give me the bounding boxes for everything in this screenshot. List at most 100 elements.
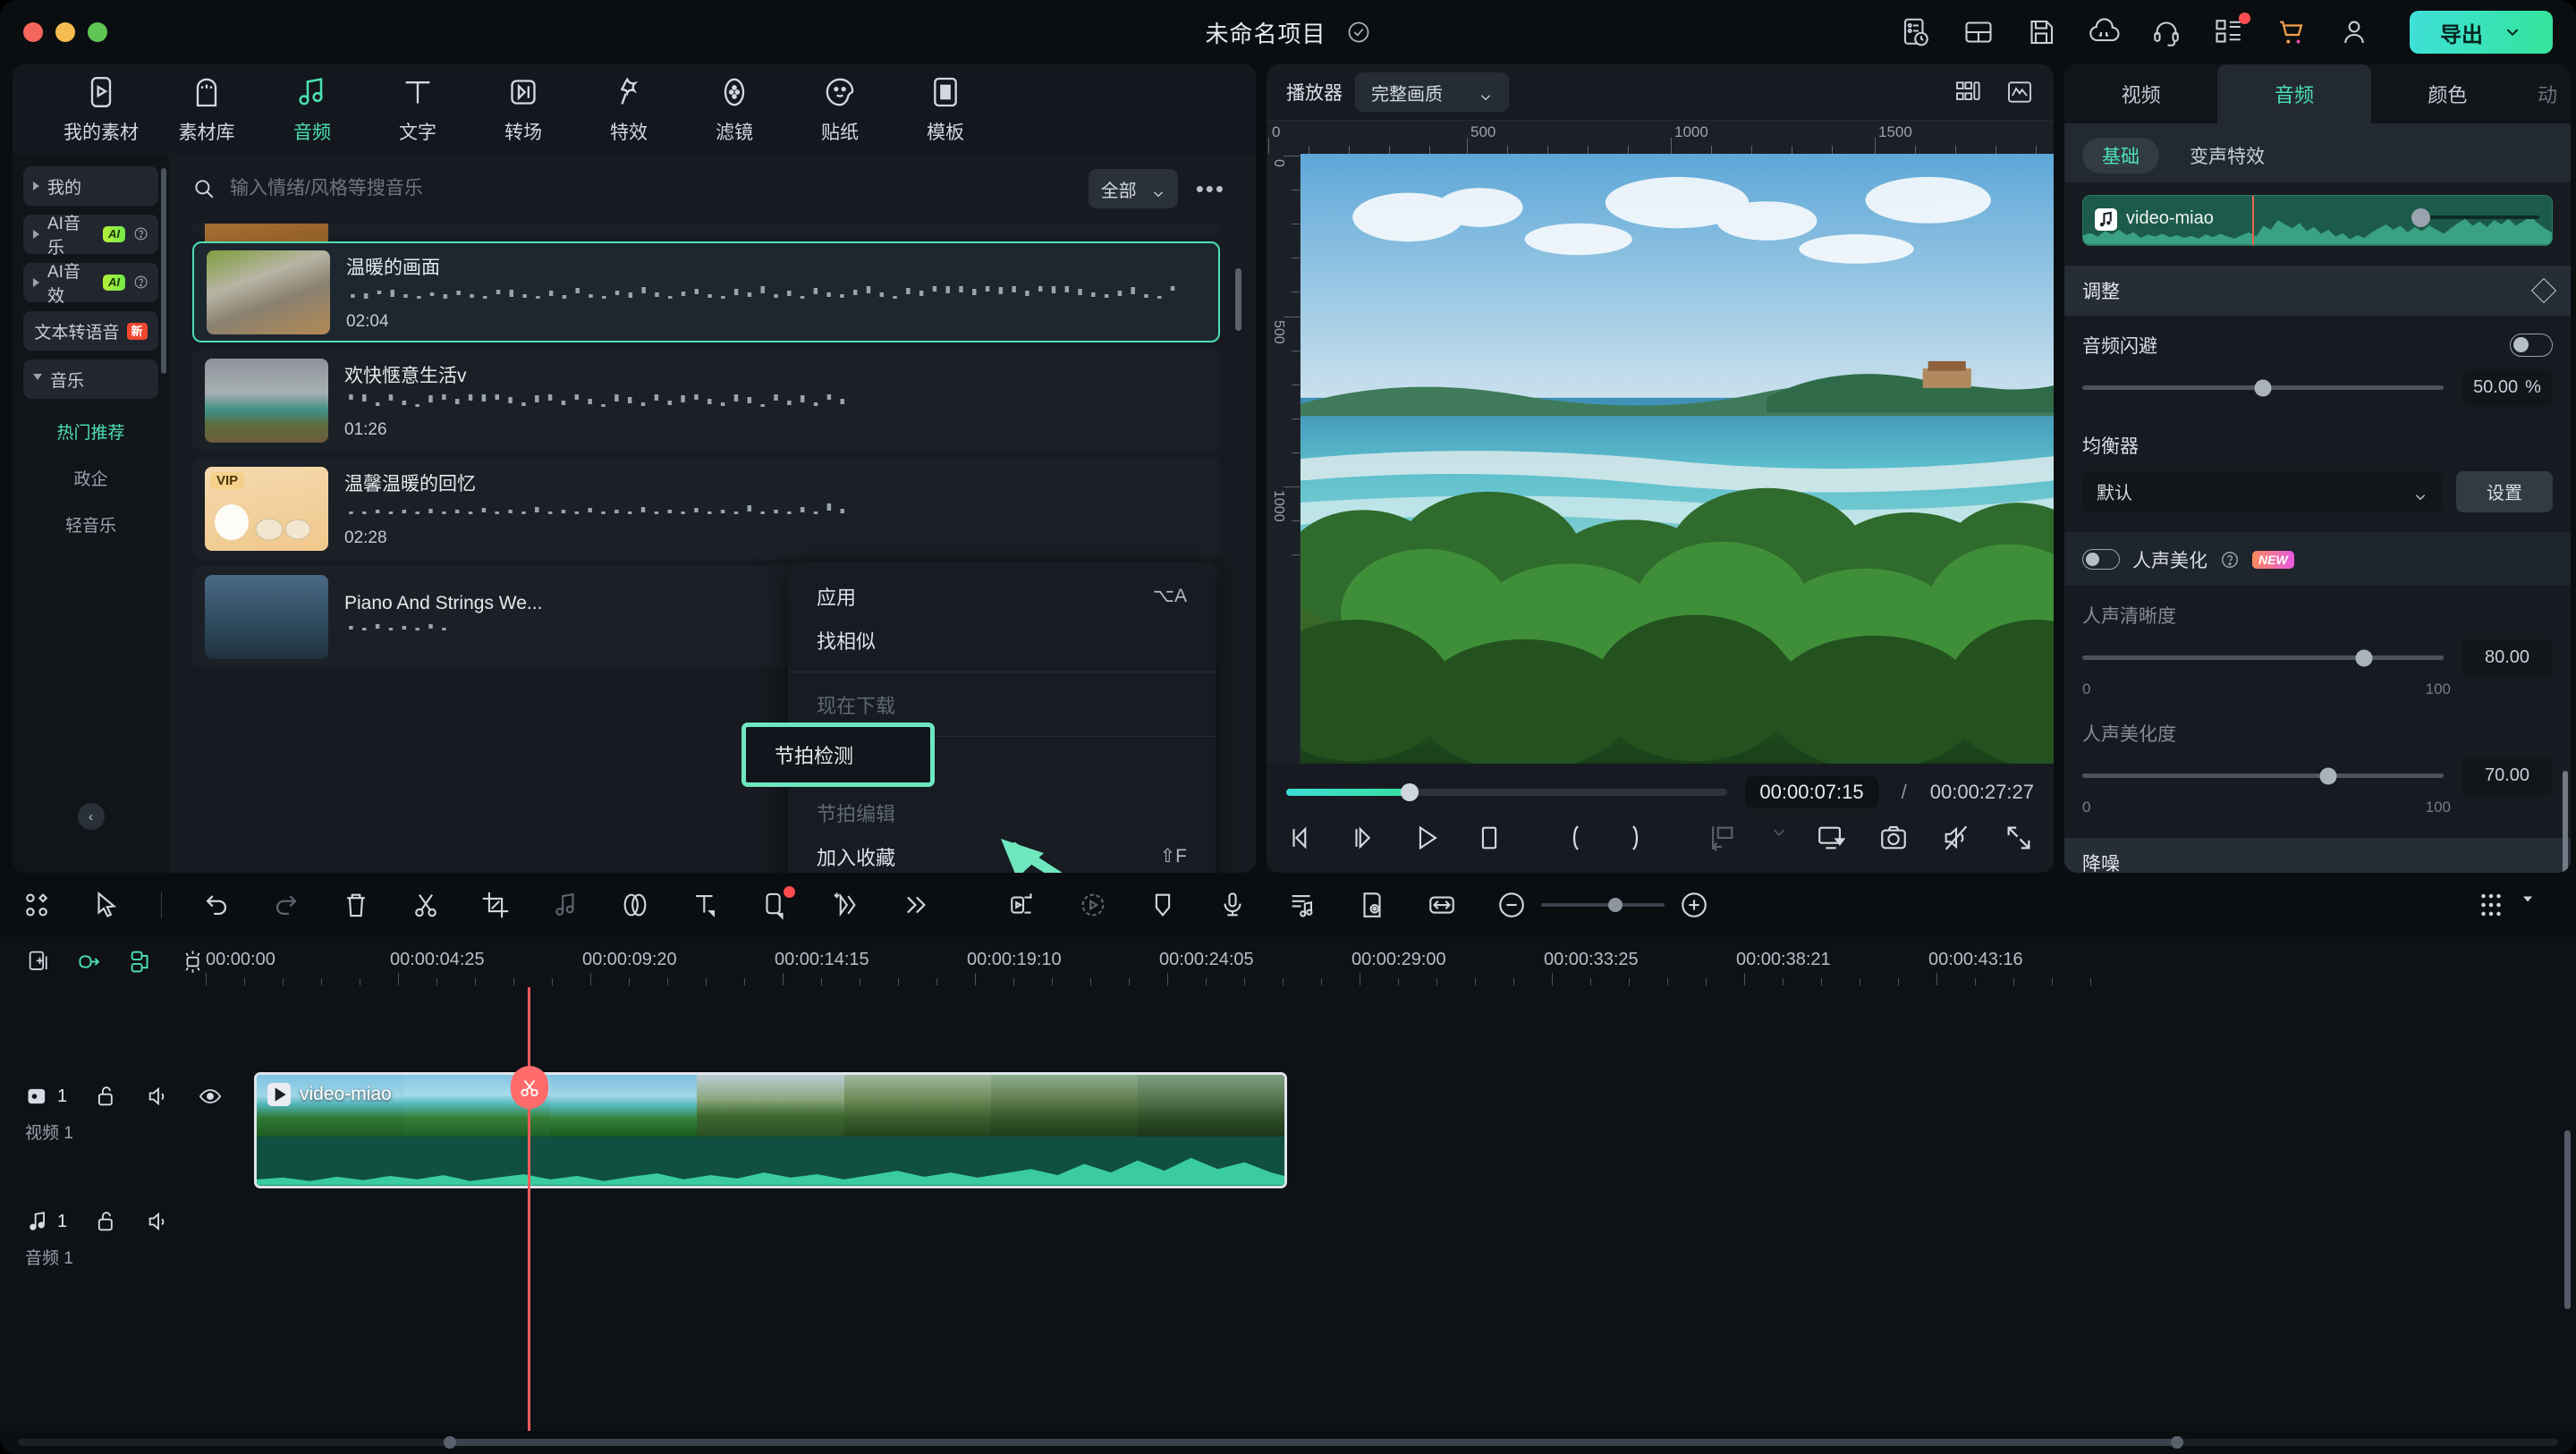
audio-clip-card[interactable]: video-miao [2082,195,2553,246]
sidebar-item-ai-music[interactable]: AI音乐 AI [23,215,158,258]
voice-enhance-toggle[interactable] [2082,549,2120,571]
segment-voice-effects[interactable]: 变声特效 [2170,138,2284,173]
volume-icon[interactable] [146,1084,171,1109]
video-preview[interactable] [1301,154,2054,764]
tab-template[interactable]: 模板 [893,70,998,148]
close-window-button[interactable] [23,22,43,42]
volume-icon[interactable] [146,1209,171,1234]
zoom-slider[interactable] [1541,898,1665,912]
project-media-icon[interactable] [21,890,52,920]
mark-out-icon[interactable] [1622,823,1652,853]
timeline-clip-video[interactable]: video-miao [254,1072,1287,1188]
current-timecode[interactable]: 00:00:07:15 [1745,776,1878,808]
chevron-down-icon[interactable] [2503,22,2522,42]
undo-icon[interactable] [201,890,232,920]
clip-adjust-icon[interactable] [759,886,795,920]
grid-view-icon[interactable] [2476,890,2506,920]
sidebar-subitem-light-music[interactable]: 轻音乐 [13,501,169,547]
layout-icon[interactable] [1962,16,1995,48]
more-icon[interactable] [899,890,929,920]
collapse-sidebar-button[interactable]: ‹ [77,803,105,830]
waveform-scope-icon[interactable] [2005,78,2034,106]
stop-icon[interactable] [1474,823,1504,853]
sidebar-item-music[interactable]: 音乐 [23,359,158,399]
record-voice-icon[interactable] [1217,890,1248,920]
mark-in-icon[interactable] [1559,823,1589,853]
menu-item-add-favorite[interactable]: 加入收藏 ⇧F [788,834,1216,873]
fit-to-window-icon[interactable] [1427,890,1457,920]
tab-transition[interactable]: 转场 [470,70,576,148]
filter-dropdown[interactable]: 全部 [1088,169,1178,208]
tab-text[interactable]: 文字 [365,70,470,148]
equalizer-settings-button[interactable]: 设置 [2456,470,2553,512]
grid-compare-icon[interactable] [1953,78,1982,106]
group-icon[interactable] [129,949,155,976]
keyframe-diamond-icon[interactable] [2530,277,2557,303]
quality-dropdown[interactable]: 完整画质 [1355,72,1509,112]
category-scrollbar[interactable] [161,168,166,374]
properties-scrollbar[interactable] [2563,771,2568,873]
audio-ducking-slider[interactable] [2082,379,2444,397]
tab-filter[interactable]: 滤镜 [682,70,787,148]
scrollbar-thumb[interactable] [449,1439,2177,1446]
beautify-value[interactable]: 70.00 [2462,757,2553,795]
context-menu[interactable]: 应用 ⌥A 找相似 现在下载 节拍检测 [741,562,1216,873]
clarity-slider[interactable] [2082,649,2444,667]
zoom-in-icon[interactable] [1679,890,1709,920]
tab-media-library[interactable]: 素材库 [154,70,259,148]
audio-ducking-toggle[interactable] [2510,333,2553,357]
maximize-window-button[interactable] [88,22,107,42]
sidebar-item-text-to-speech[interactable]: 文本转语音 新 [23,311,158,351]
apps-grid-icon[interactable] [2213,13,2250,48]
delete-icon[interactable] [341,890,371,920]
minimize-window-button[interactable] [55,22,75,42]
user-account-icon[interactable] [2338,16,2370,48]
cart-icon[interactable] [2275,16,2308,48]
timeline-tracks[interactable]: 1 视频 1 video-miao 1 音频 1 [0,987,2576,1431]
help-icon[interactable] [133,275,148,291]
audio-mixer-icon[interactable] [1287,890,1318,920]
list-item[interactable]: 01:48 [192,224,1220,249]
tab-effects[interactable]: 特效 [576,70,682,148]
play-icon[interactable] [1411,823,1442,853]
add-track-icon[interactable] [27,949,53,976]
snap-icon[interactable] [180,949,206,976]
tab-animation[interactable]: 动 [2524,64,2571,123]
help-icon[interactable] [133,226,148,242]
menu-item-beat-detect[interactable]: 节拍检测 [741,723,935,787]
tab-color[interactable]: 颜色 [2371,64,2524,123]
sidebar-item-ai-sfx[interactable]: AI音效 AI [23,263,158,306]
split-at-playhead-button[interactable] [510,1066,548,1109]
scrollbar-right-handle[interactable] [2171,1436,2183,1449]
seek-slider[interactable] [1286,783,1728,801]
tab-audio[interactable]: 音频 [259,70,365,148]
mask-icon[interactable] [620,890,650,920]
scrollbar-track[interactable] [18,1436,2558,1449]
select-tool-icon[interactable] [91,890,122,920]
window-controls[interactable] [23,22,107,42]
clarity-value[interactable]: 80.00 [2462,638,2553,677]
crop-icon[interactable] [480,890,511,920]
chevron-down-icon[interactable] [2519,890,2537,920]
timeline-horizontal-scrollbar[interactable] [0,1431,2576,1454]
audio-ducking-value[interactable]: 50.00 % [2462,368,2553,407]
next-frame-icon[interactable] [1349,823,1379,853]
search-input[interactable] [230,178,1074,199]
text-add-icon[interactable] [690,890,720,920]
seek-handle[interactable] [1401,783,1419,801]
sidebar-subitem-hot[interactable]: 热门推荐 [13,408,169,454]
more-options-button[interactable]: ••• [1192,175,1229,203]
scrollbar-left-handle[interactable] [443,1436,456,1449]
zoom-out-icon[interactable] [1496,890,1527,920]
snapshot-icon[interactable] [1878,823,1909,853]
equalizer-preset-select[interactable]: 默认 [2082,470,2442,512]
tab-my-media[interactable]: 我的素材 [48,70,154,148]
ruler-scale[interactable]: 00:00:00 00:00:04:25 00:00:09:20 00:00:1… [206,937,2576,987]
display-icon[interactable] [1816,823,1846,853]
green-screen-icon[interactable] [1357,890,1387,920]
segment-basic[interactable]: 基础 [2082,138,2159,173]
export-button[interactable]: 导出 [2410,11,2553,54]
tab-video[interactable]: 视频 [2064,64,2217,123]
speed-ramp-icon[interactable] [1008,890,1038,920]
help-icon[interactable] [2220,550,2240,570]
